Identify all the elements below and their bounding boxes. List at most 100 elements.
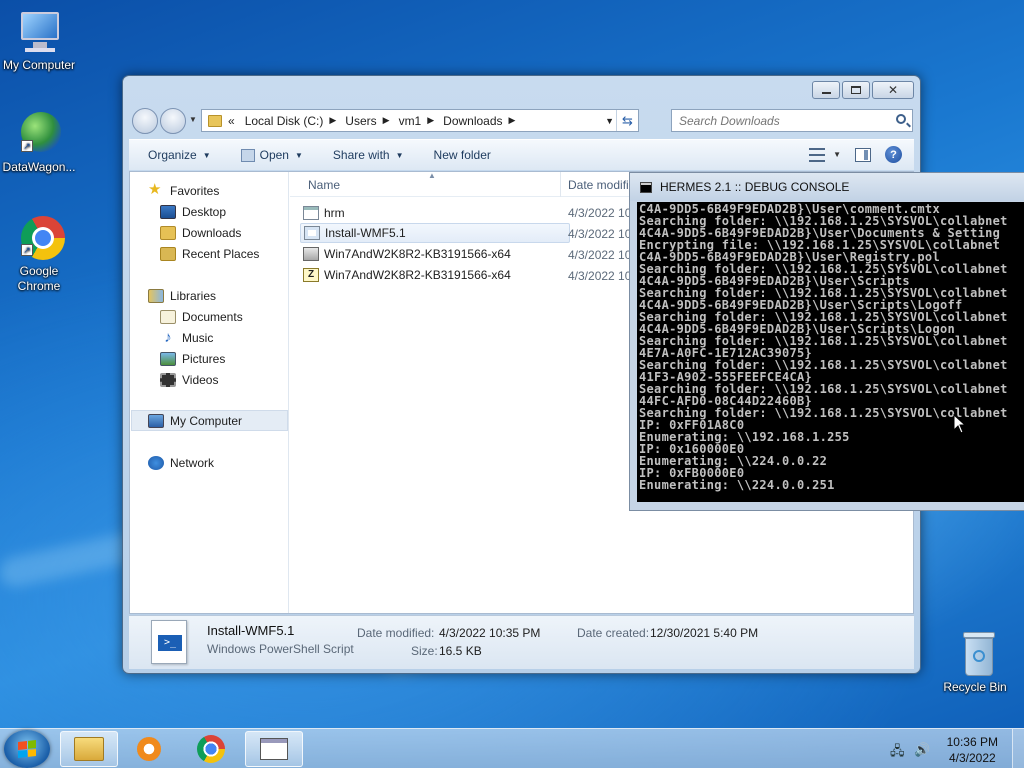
desktop-icon-my-computer[interactable]: My Computer xyxy=(0,8,82,73)
nav-libraries[interactable]: Libraries xyxy=(148,285,288,306)
console-title-bar[interactable]: HERMES 2.1 :: DEBUG CONSOLE xyxy=(630,173,1024,201)
search-input[interactable] xyxy=(679,113,879,128)
file-row-kb-installer[interactable]: Win7AndW2K8R2-KB3191566-x64 xyxy=(300,244,570,264)
nav-videos[interactable]: Videos xyxy=(160,369,288,390)
change-view-button[interactable]: ▼ xyxy=(809,147,841,162)
computer-icon xyxy=(15,8,63,56)
console-output[interactable]: C4A-9DD5-6B49F9EDAD2B}\User\comment.cmtx… xyxy=(637,202,1024,502)
back-button[interactable] xyxy=(132,108,158,134)
globe-icon: ↗ xyxy=(15,110,63,158)
nav-network[interactable]: Network xyxy=(148,452,288,473)
nav-pictures[interactable]: Pictures xyxy=(160,348,288,369)
nav-documents[interactable]: Documents xyxy=(160,306,288,327)
nav-favorites[interactable]: ★ Favorites xyxy=(148,180,288,201)
refresh-icon[interactable]: ⇆ xyxy=(616,110,638,131)
console-window-icon xyxy=(260,738,288,760)
nav-music[interactable]: ♪ Music xyxy=(160,327,288,348)
powershell-script-icon xyxy=(304,226,320,240)
mouse-cursor-icon xyxy=(953,414,967,434)
restore-icon xyxy=(851,86,861,94)
start-button[interactable] xyxy=(4,730,50,768)
desktop-icon-datawagon[interactable]: ↗ DataWagon... xyxy=(0,110,82,175)
desktop-icon-label: My Computer xyxy=(2,58,76,72)
console-icon xyxy=(640,181,652,193)
volume-icon[interactable]: 🔊 xyxy=(914,742,930,758)
help-icon[interactable]: ? xyxy=(885,146,902,163)
chevron-right-icon[interactable]: ▶ xyxy=(509,115,516,126)
maximize-button[interactable] xyxy=(842,81,870,99)
network-status-icon[interactable]: 🖧 xyxy=(890,742,905,764)
preview-pane-icon[interactable] xyxy=(855,147,871,162)
details-size-value: 16.5 KB xyxy=(439,644,482,658)
column-date-modified[interactable]: Date modifi xyxy=(568,178,629,192)
address-bar[interactable]: « Local Disk (C:) ▶ Users ▶ vm1 ▶ Downlo… xyxy=(201,109,639,132)
breadcrumb-vm1[interactable]: vm1 xyxy=(399,114,422,128)
file-date: 4/3/2022 10: xyxy=(568,206,635,220)
breadcrumb-overflow[interactable]: « xyxy=(228,114,235,128)
nav-downloads[interactable]: Downloads xyxy=(160,222,288,243)
breadcrumb-users[interactable]: Users xyxy=(345,114,376,128)
chevron-down-icon: ▼ xyxy=(395,150,404,160)
recent-pages-dropdown-icon[interactable]: ▼ xyxy=(189,115,197,124)
new-folder-label: New folder xyxy=(433,148,491,162)
nav-recent-places[interactable]: Recent Places xyxy=(160,243,288,264)
chevron-down-icon: ▼ xyxy=(202,150,211,160)
file-row-kb-archive[interactable]: Z Win7AndW2K8R2-KB3191566-x64 xyxy=(300,265,570,285)
clock[interactable]: 10:36 PM 4/3/2022 xyxy=(947,734,998,766)
nav-desktop[interactable]: Desktop xyxy=(160,201,288,222)
clock-date: 4/3/2022 xyxy=(948,751,996,765)
breadcrumb-local-disk[interactable]: Local Disk (C:) xyxy=(245,114,324,128)
show-desktop-button[interactable] xyxy=(1012,729,1024,768)
chrome-icon: ↗ xyxy=(15,214,65,262)
recent-places-icon xyxy=(160,246,176,261)
taskbar-console[interactable] xyxy=(245,731,303,767)
nav-label: Recent Places xyxy=(182,246,260,261)
open-button[interactable]: Open ▼ xyxy=(240,148,303,162)
folder-icon xyxy=(208,114,222,127)
minimize-button[interactable] xyxy=(812,81,840,99)
file-row-hrm[interactable]: hrm xyxy=(300,203,570,223)
sort-up-icon: ▲ xyxy=(428,171,436,180)
taskbar-explorer[interactable] xyxy=(60,731,118,767)
file-date: 4/3/2022 10: xyxy=(568,269,635,283)
search-box[interactable] xyxy=(671,109,913,132)
recycle-bin-icon xyxy=(951,630,999,678)
chevron-down-icon: ▼ xyxy=(833,150,841,159)
address-dropdown-icon[interactable]: ▼ xyxy=(605,116,614,126)
taskbar-media-player[interactable] xyxy=(120,731,178,767)
window-controls: ✕ xyxy=(812,81,914,99)
search-icon xyxy=(896,114,906,124)
console-title: HERMES 2.1 :: DEBUG CONSOLE xyxy=(660,180,850,194)
desktop-icon-label: Recycle Bin xyxy=(943,680,1007,694)
column-name[interactable]: Name xyxy=(308,178,340,192)
installer-icon xyxy=(303,247,319,261)
star-icon: ★ xyxy=(148,180,162,198)
desktop-icon-google-chrome[interactable]: ↗ Google Chrome xyxy=(0,214,82,294)
new-folder-button[interactable]: New folder xyxy=(434,148,491,162)
forward-button[interactable] xyxy=(160,108,186,134)
desktop-icon-recycle-bin[interactable]: Recycle Bin xyxy=(932,630,1018,695)
downloads-folder-icon xyxy=(160,225,176,240)
nav-label: Desktop xyxy=(182,204,227,219)
desktop-icon-label: Google Chrome xyxy=(17,264,61,293)
share-with-button[interactable]: Share with ▼ xyxy=(333,148,404,162)
nav-my-computer[interactable]: My Computer xyxy=(131,410,288,431)
details-file-type: Windows PowerShell Script xyxy=(207,642,354,656)
details-modified-label: Date modified: xyxy=(357,626,435,640)
organize-button[interactable]: Organize ▼ xyxy=(148,148,211,162)
taskbar-chrome[interactable] xyxy=(182,731,240,767)
nav-label: Pictures xyxy=(182,351,226,366)
pictures-icon xyxy=(160,351,176,366)
close-button[interactable]: ✕ xyxy=(872,81,914,99)
chevron-right-icon[interactable]: ▶ xyxy=(427,115,434,126)
file-row-install-wmf[interactable]: Install-WMF5.1 xyxy=(300,223,570,243)
view-list-icon xyxy=(809,147,826,162)
chevron-right-icon[interactable]: ▶ xyxy=(329,115,336,126)
navigation-pane: ★ Favorites Desktop Downloads Recent Plac… xyxy=(130,172,289,613)
debug-console-window[interactable]: HERMES 2.1 :: DEBUG CONSOLE C4A-9DD5-6B4… xyxy=(629,172,1024,511)
zip-archive-icon: Z xyxy=(303,268,319,282)
videos-icon xyxy=(160,372,176,387)
chrome-icon xyxy=(197,735,225,763)
breadcrumb-downloads[interactable]: Downloads xyxy=(443,114,502,128)
chevron-right-icon[interactable]: ▶ xyxy=(383,115,390,126)
